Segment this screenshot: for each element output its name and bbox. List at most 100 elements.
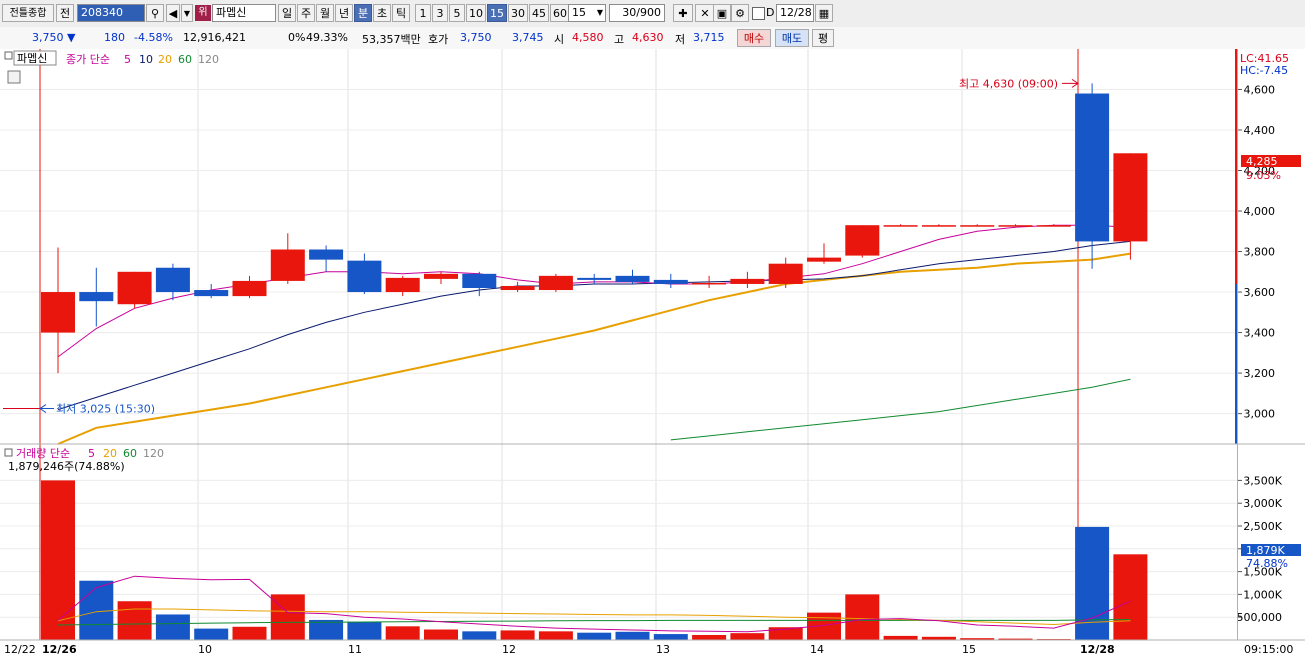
volume-bar: [270, 594, 305, 640]
speaker-icon: ◀: [168, 7, 178, 20]
candle-body: [385, 277, 420, 293]
interval-button[interactable]: 15: [487, 4, 507, 22]
warning-badge: 위: [195, 5, 211, 21]
speaker-dropdown[interactable]: ▼: [181, 4, 193, 22]
count-value: 30/900: [622, 6, 661, 19]
interval-select[interactable]: 15 ▼: [568, 4, 606, 22]
high-label: 고: [614, 33, 625, 46]
interval-button[interactable]: 10: [466, 4, 486, 22]
search-icon: ⚲: [150, 7, 160, 20]
gear-icon: ⚙: [735, 7, 745, 20]
screen-title: 전틀종합: [9, 8, 47, 19]
interval-button[interactable]: 3: [432, 4, 448, 22]
legend-ma10: 10: [139, 53, 153, 66]
candle-body: [653, 279, 688, 284]
trade-amount: 53,357백만: [362, 33, 421, 46]
average-button[interactable]: 평: [812, 29, 834, 47]
sell-label: 매도: [781, 32, 803, 45]
candle-body: [232, 280, 267, 297]
candle-body: [462, 273, 497, 289]
ask-price: 3,750: [460, 31, 492, 44]
grid-toggle-icon[interactable]: [7, 70, 21, 84]
volume-bar: [347, 621, 382, 640]
trade-volume: 12,916,421: [183, 31, 246, 44]
vol-legend-ma120: 120: [143, 447, 164, 460]
change-percent: -4.58%: [134, 31, 173, 44]
date-checkbox[interactable]: [752, 7, 765, 20]
period-button[interactable]: 초: [373, 4, 391, 22]
interval-button[interactable]: 60: [550, 4, 570, 22]
time-axis-label: 15: [962, 643, 976, 656]
speaker-button[interactable]: ◀: [166, 4, 180, 22]
volume-bar: [730, 633, 765, 640]
period-button[interactable]: 분: [354, 4, 372, 22]
candle-body: [615, 275, 650, 282]
calendar-button[interactable]: ▦: [815, 4, 833, 22]
volume-bar: [385, 626, 420, 640]
interval-button[interactable]: 30: [508, 4, 528, 22]
volume-bar: [232, 626, 267, 640]
candle-body: [1113, 153, 1148, 242]
search-button[interactable]: ⚲: [146, 4, 164, 22]
low-price: 3,715: [693, 31, 725, 44]
warning-badge-text: 위: [198, 7, 208, 18]
low-label: 저: [675, 33, 686, 46]
volume-bar: [309, 619, 344, 640]
screen-title-button[interactable]: 전틀종합: [2, 4, 54, 22]
candle-body: [309, 249, 344, 260]
volume-bar: [41, 480, 75, 640]
period-button[interactable]: 월: [316, 4, 334, 22]
period-button[interactable]: 틱: [392, 4, 410, 22]
volume-tick-label: 2,500K: [1243, 520, 1282, 533]
time-axis-label: 14: [810, 643, 824, 656]
quote-bar: 3,750 ▼ 180 -4.58% 12,916,421 0% 49.33% …: [0, 27, 1305, 50]
stock-name-field[interactable]: 파멥신: [212, 4, 276, 22]
candle-body: [538, 275, 573, 291]
candle-tool-button[interactable]: ✚: [673, 4, 693, 22]
period-button[interactable]: 년: [335, 4, 353, 22]
date-field[interactable]: 12/28: [776, 4, 814, 22]
volume-bar: [653, 634, 688, 640]
candle-body: [500, 285, 535, 291]
current-volume-tag-text: 1,879K: [1246, 544, 1285, 557]
period-button[interactable]: 일: [278, 4, 296, 22]
open-label: 시: [554, 33, 565, 46]
sell-button[interactable]: 매도: [775, 29, 809, 47]
price-tick-label: 3,600: [1244, 286, 1276, 299]
stock-code-input[interactable]: 208340: [77, 4, 145, 22]
stock-chart[interactable]: 4,6004,4004,2004,0003,8003,6003,4003,200…: [0, 49, 1305, 660]
volume-bar: [883, 635, 918, 640]
candle-body: [347, 260, 382, 293]
volume-bar: [845, 594, 880, 640]
interval-button[interactable]: 45: [529, 4, 549, 22]
bid-price: 3,745: [512, 31, 544, 44]
interval-button[interactable]: 1: [415, 4, 431, 22]
chevron-down-icon: ▼: [596, 8, 603, 17]
candle-body: [921, 225, 956, 227]
hc-value: HC:-7.45: [1240, 64, 1288, 77]
buy-button[interactable]: 매수: [737, 29, 771, 47]
draw-tool-button[interactable]: ✕: [695, 4, 715, 22]
candle-body: [155, 267, 190, 293]
volume-bar: [194, 628, 229, 640]
average-label: 평: [817, 32, 829, 45]
time-axis-label: 11: [348, 643, 362, 656]
name-tag: 파멥신: [17, 52, 47, 65]
vol-legend-ma5: 5: [88, 447, 95, 460]
current-price-text: 3,750: [32, 31, 64, 44]
interval-button[interactable]: 5: [449, 4, 465, 22]
time-axis-label: 12/28: [1080, 643, 1115, 656]
chevron-down-icon: ▼: [183, 9, 191, 18]
current-volume: 1,879,246주(74.88%): [8, 460, 125, 473]
calendar-icon: ▦: [818, 7, 830, 20]
price-tick-label: 3,200: [1244, 367, 1276, 380]
legend-ma5: 5: [124, 53, 131, 66]
turnover-percent: 49.33%: [306, 31, 348, 44]
candle-body: [577, 277, 612, 280]
candle-body: [998, 225, 1033, 227]
count-field[interactable]: 30/900: [609, 4, 665, 22]
save-button[interactable]: ▣: [713, 4, 731, 22]
settings-button[interactable]: ⚙: [731, 4, 749, 22]
prev-button[interactable]: 전: [56, 4, 74, 22]
period-button[interactable]: 주: [297, 4, 315, 22]
